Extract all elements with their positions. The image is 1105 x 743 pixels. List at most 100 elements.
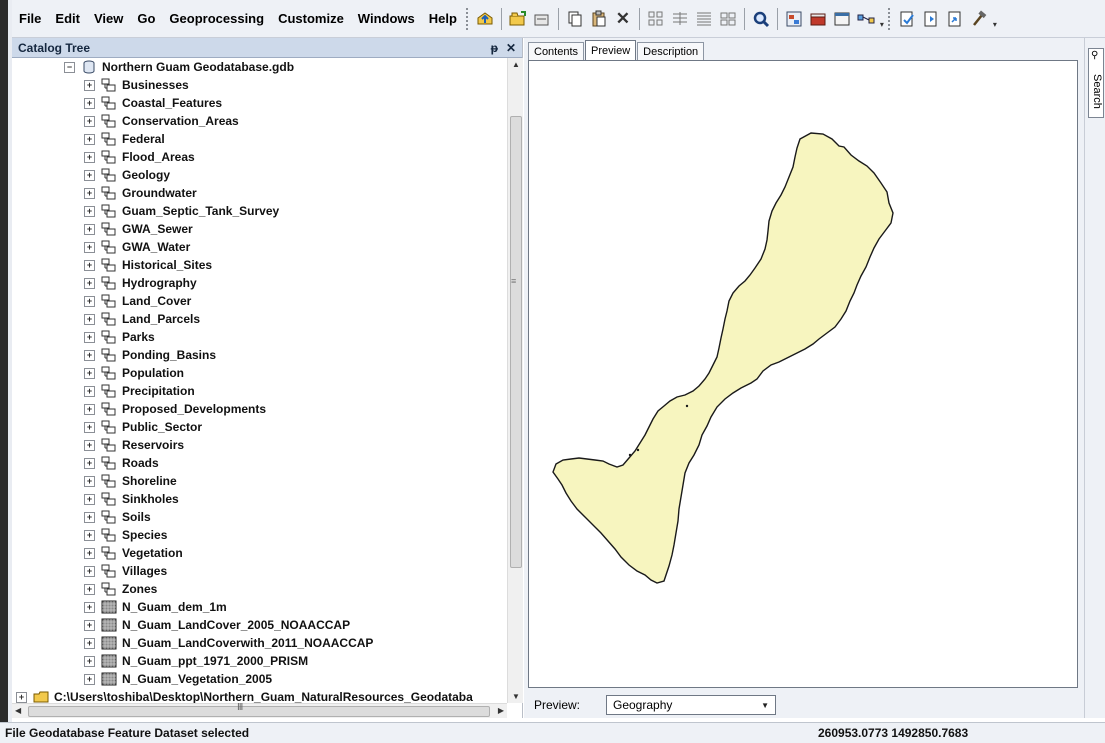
copy-icon[interactable] xyxy=(565,9,585,29)
expand-icon[interactable]: + xyxy=(84,421,95,433)
expand-icon[interactable]: + xyxy=(84,115,95,127)
expand-icon[interactable]: + xyxy=(84,637,95,649)
tree-item[interactable]: + Proposed_Developments xyxy=(12,400,507,418)
expand-icon[interactable]: + xyxy=(84,277,95,289)
tree-item[interactable]: + Land_Parcels xyxy=(12,310,507,328)
tab-contents[interactable]: Contents xyxy=(528,42,585,60)
tree-item[interactable]: + Federal xyxy=(12,130,507,148)
catalog-horizontal-scrollbar[interactable]: ◀ III ▶ xyxy=(12,702,507,718)
tree-item[interactable]: + Precipitation xyxy=(12,382,507,400)
expand-icon[interactable]: + xyxy=(84,295,95,307)
list-view-icon[interactable] xyxy=(670,9,690,29)
search-window-icon[interactable] xyxy=(751,9,771,29)
menu-windows[interactable]: Windows xyxy=(351,11,422,26)
scroll-up-icon[interactable]: ▲ xyxy=(512,60,520,69)
tree-item[interactable]: + Parks xyxy=(12,328,507,346)
expand-icon[interactable]: + xyxy=(84,349,95,361)
connect-folder-icon[interactable] xyxy=(508,9,528,29)
tree-item[interactable]: + GWA_Sewer xyxy=(12,220,507,238)
tree-item[interactable]: + Reservoirs xyxy=(12,436,507,454)
import-metadata-icon[interactable] xyxy=(921,9,941,29)
expand-icon[interactable]: + xyxy=(84,655,95,667)
tree-item[interactable]: + N_Guam_LandCover_2005_NOAACCAP xyxy=(12,616,507,634)
toolbar-grip[interactable] xyxy=(887,7,891,30)
expand-icon[interactable]: + xyxy=(16,691,27,703)
catalog-vertical-scrollbar[interactable]: ▲ ≡ ▼ xyxy=(507,58,523,703)
expand-icon[interactable]: + xyxy=(84,385,95,397)
menu-help[interactable]: Help xyxy=(422,11,464,26)
expand-icon[interactable]: + xyxy=(84,151,95,163)
toolbar-grip[interactable] xyxy=(465,7,469,30)
tree-item[interactable]: + Guam_Septic_Tank_Survey xyxy=(12,202,507,220)
expand-icon[interactable]: + xyxy=(84,673,95,685)
expand-icon[interactable]: + xyxy=(84,241,95,253)
expand-icon[interactable]: + xyxy=(84,565,95,577)
pin-icon[interactable]: ᵽ xyxy=(491,42,498,54)
tree-item[interactable]: + N_Guam_ppt_1971_2000_PRISM xyxy=(12,652,507,670)
tree-item[interactable]: + Flood_Areas xyxy=(12,148,507,166)
expand-icon[interactable]: + xyxy=(84,331,95,343)
tree-item[interactable]: + Historical_Sites xyxy=(12,256,507,274)
close-icon[interactable]: ✕ xyxy=(506,42,516,54)
tree-item[interactable]: + Businesses xyxy=(12,76,507,94)
expand-icon[interactable]: + xyxy=(84,313,95,325)
hammer-tool-icon[interactable] xyxy=(969,9,989,29)
tree-item-folder-path[interactable]: + C:\Users\toshiba\Desktop\Northern_Guam… xyxy=(12,688,507,703)
toolbar-overflow-icon[interactable]: ▾ xyxy=(878,9,886,29)
tree-item[interactable]: + Hydrography xyxy=(12,274,507,292)
tree-item[interactable]: + Land_Cover xyxy=(12,292,507,310)
expand-icon[interactable]: + xyxy=(84,619,95,631)
expand-icon[interactable]: + xyxy=(84,475,95,487)
expand-icon[interactable]: + xyxy=(84,457,95,469)
tab-description[interactable]: Description xyxy=(637,42,705,60)
expand-icon[interactable]: + xyxy=(84,511,95,523)
collapse-icon[interactable]: − xyxy=(64,61,75,73)
expand-icon[interactable]: + xyxy=(84,367,95,379)
tree-item[interactable]: + Ponding_Basins xyxy=(12,346,507,364)
tree-item[interactable]: + Villages xyxy=(12,562,507,580)
tree-item[interactable]: + Soils xyxy=(12,508,507,526)
menu-geoprocessing[interactable]: Geoprocessing xyxy=(162,11,271,26)
tree-item[interactable]: + Vegetation xyxy=(12,544,507,562)
tree-item-geodatabase[interactable]: − Northern Guam Geodatabase.gdb xyxy=(12,58,507,76)
disconnect-folder-icon[interactable] xyxy=(532,9,552,29)
expand-icon[interactable]: + xyxy=(84,583,95,595)
menu-go[interactable]: Go xyxy=(130,11,162,26)
tab-preview[interactable]: Preview xyxy=(585,40,637,60)
scroll-right-icon[interactable]: ▶ xyxy=(498,706,504,715)
menu-edit[interactable]: Edit xyxy=(48,11,87,26)
expand-icon[interactable]: + xyxy=(84,223,95,235)
menu-view[interactable]: View xyxy=(87,11,130,26)
expand-icon[interactable]: + xyxy=(84,529,95,541)
scroll-left-icon[interactable]: ◀ xyxy=(15,706,21,715)
expand-icon[interactable]: + xyxy=(84,79,95,91)
scrollbar-thumb[interactable] xyxy=(510,116,522,568)
tree-item[interactable]: + Shoreline xyxy=(12,472,507,490)
expand-icon[interactable]: + xyxy=(84,439,95,451)
menu-customize[interactable]: Customize xyxy=(271,11,351,26)
expand-icon[interactable]: + xyxy=(84,205,95,217)
arctoolbox-icon[interactable] xyxy=(808,9,828,29)
toolbar-overflow-icon[interactable]: ▾ xyxy=(991,9,999,29)
up-one-level-icon[interactable] xyxy=(475,9,495,29)
thumbnails-view-icon[interactable] xyxy=(718,9,738,29)
tree-item[interactable]: + N_Guam_dem_1m xyxy=(12,598,507,616)
delete-icon[interactable]: ✕ xyxy=(613,9,633,29)
paste-icon[interactable] xyxy=(589,9,609,29)
tree-item[interactable]: + Public_Sector xyxy=(12,418,507,436)
export-metadata-icon[interactable] xyxy=(945,9,965,29)
tree-item[interactable]: + Geology xyxy=(12,166,507,184)
expand-icon[interactable]: + xyxy=(84,169,95,181)
scrollbar-thumb[interactable] xyxy=(28,706,490,717)
large-icons-view-icon[interactable] xyxy=(646,9,666,29)
tree-item[interactable]: + Coastal_Features xyxy=(12,94,507,112)
preview-map-area[interactable] xyxy=(528,60,1078,688)
search-side-tab[interactable]: ⚲ Search xyxy=(1088,48,1104,118)
tree-item[interactable]: + GWA_Water xyxy=(12,238,507,256)
scroll-down-icon[interactable]: ▼ xyxy=(512,692,520,701)
expand-icon[interactable]: + xyxy=(84,187,95,199)
expand-icon[interactable]: + xyxy=(84,601,95,613)
tree-item[interactable]: + Species xyxy=(12,526,507,544)
tree-item[interactable]: + Population xyxy=(12,364,507,382)
menu-file[interactable]: File xyxy=(12,11,48,26)
